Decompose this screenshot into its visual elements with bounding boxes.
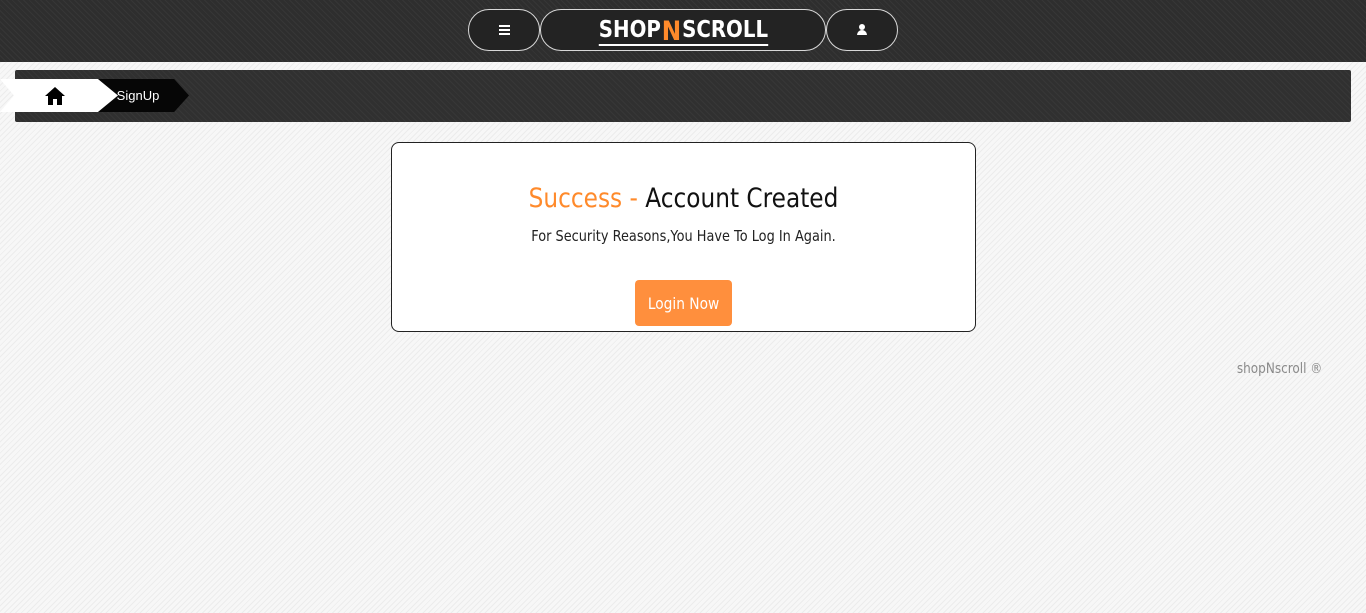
menu-button[interactable] [468, 9, 540, 51]
hamburger-menu-icon [498, 25, 510, 35]
breadcrumb-signup-label: SignUp [116, 88, 160, 103]
card-title: Success - Account Created [433, 182, 934, 216]
shopnscroll-logo: SHOP N SCROLL [598, 16, 768, 47]
user-account-button[interactable] [826, 9, 898, 51]
top-navbar: SHOP N SCROLL [0, 0, 1366, 62]
footer-copyright: shopNscroll ® [1236, 361, 1322, 377]
user-icon [856, 24, 868, 36]
login-now-button[interactable]: Login Now [635, 280, 732, 326]
security-message: For Security Reasons,You Have To Log In … [531, 227, 836, 245]
breadcrumb-home[interactable] [0, 79, 118, 112]
logo-link[interactable]: SHOP N SCROLL [540, 9, 826, 51]
account-created-label: Account Created [645, 183, 839, 214]
success-label: Success - [528, 183, 638, 214]
login-now-label: Login Now [647, 293, 720, 313]
success-card: Success - Account Created For Security R… [391, 142, 976, 332]
home-icon [45, 86, 65, 105]
breadcrumb: SignUp [0, 70, 1351, 122]
